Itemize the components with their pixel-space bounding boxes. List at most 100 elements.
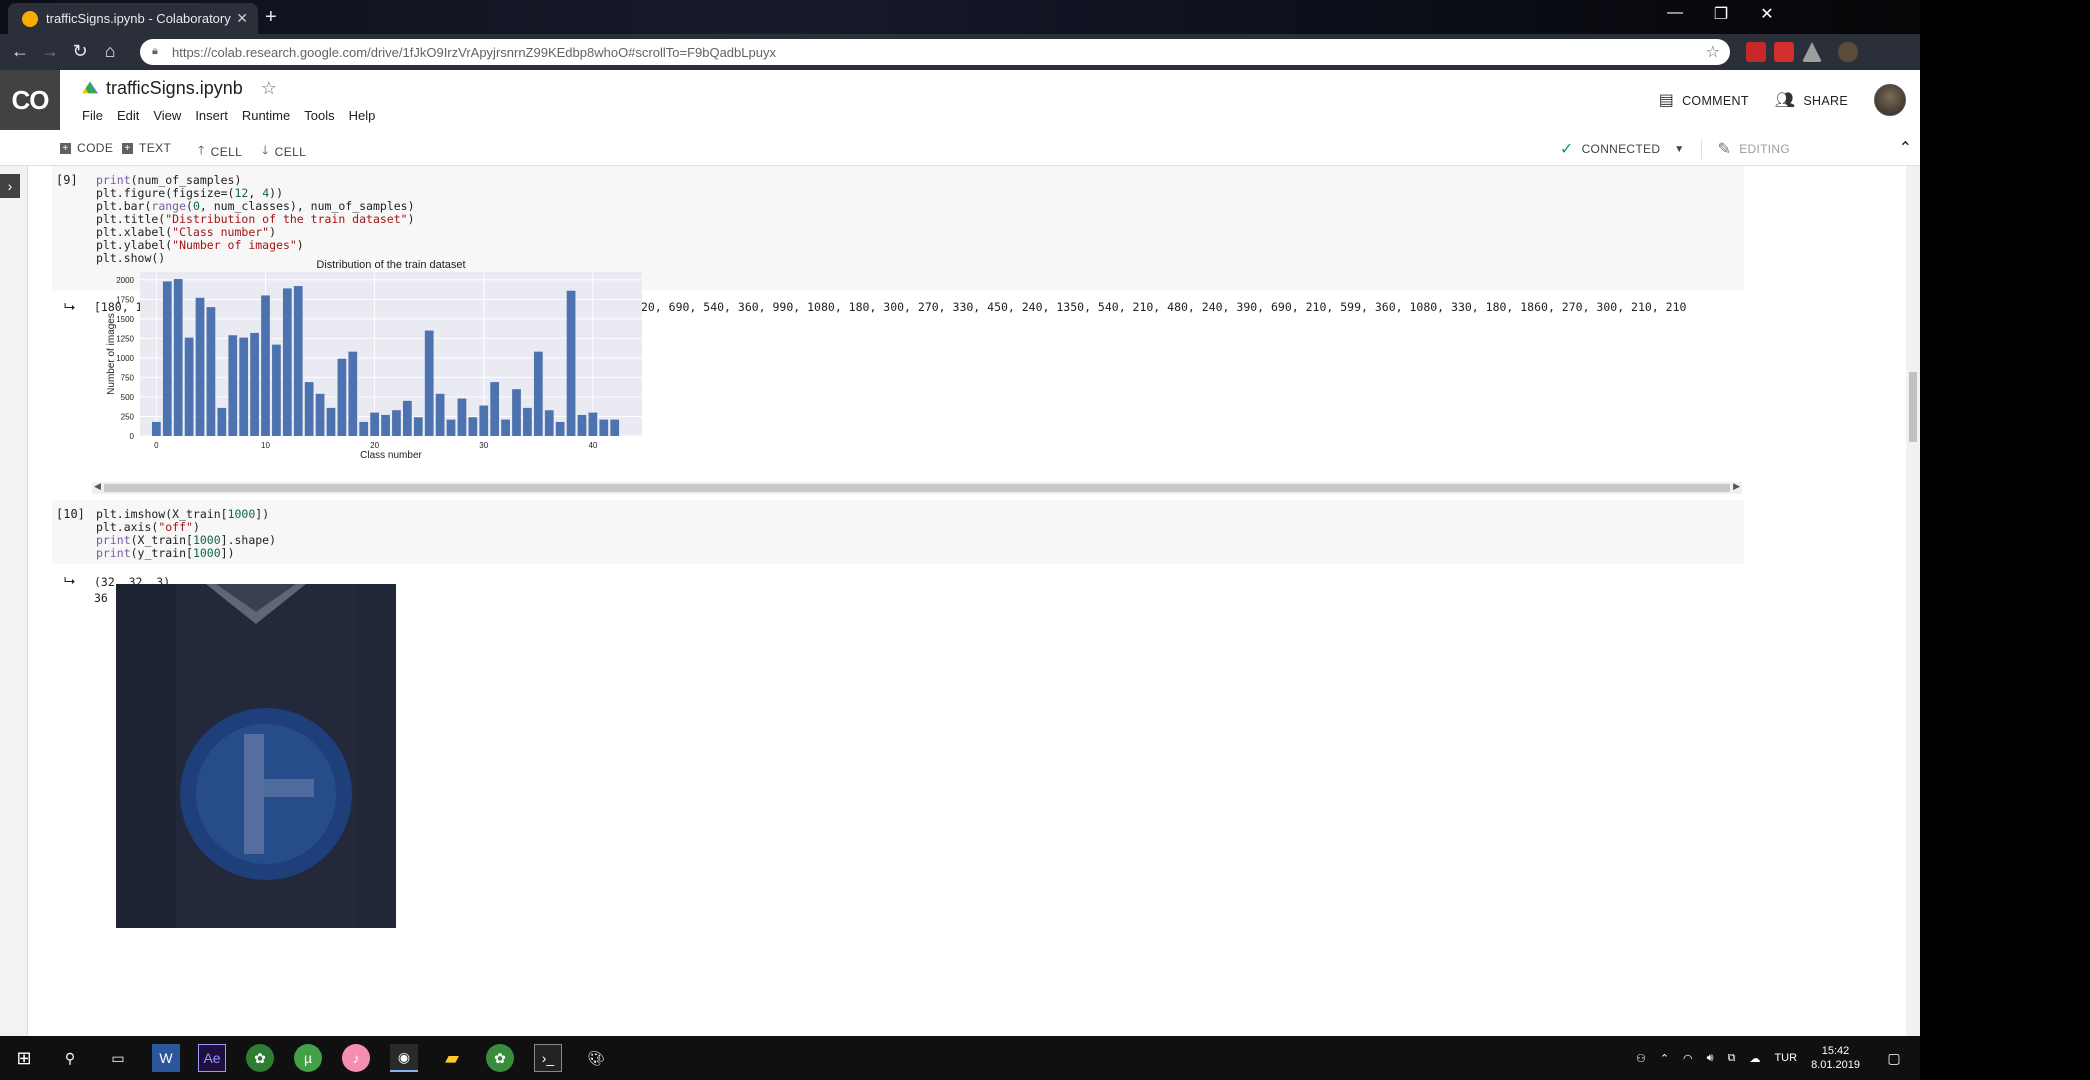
notebook-area: [9] print(num_of_samples) plt.figure(fig… (28, 166, 1920, 1080)
utorrent-icon[interactable]: µ (294, 1044, 322, 1072)
close-window-icon[interactable]: ✕ (1744, 4, 1790, 24)
app-icon[interactable]: ✿ (486, 1044, 514, 1072)
move-cell-up-button[interactable]: 🡑 CELL (198, 141, 242, 162)
bar (424, 330, 434, 436)
notebook-title[interactable]: trafficSigns.ipynb ☆ (82, 78, 277, 99)
bar (304, 382, 314, 436)
menu-tools[interactable]: Tools (304, 108, 334, 123)
y-tick-label: 1000 (116, 354, 134, 363)
label-output: 36 (94, 591, 108, 605)
notifications-icon[interactable]: ▢ (1880, 1044, 1908, 1072)
connected-status[interactable]: CONNECTED (1582, 142, 1661, 156)
output-horizontal-scrollbar[interactable]: ◀ ▶ (92, 481, 1742, 494)
itunes-icon[interactable]: ♪ (342, 1044, 370, 1072)
scroll-right-icon[interactable]: ▶ (1733, 481, 1740, 492)
task-view-icon[interactable]: ▭ (104, 1044, 132, 1072)
bookmark-star-icon[interactable]: ☆ (1706, 42, 1720, 62)
output-icon[interactable]: ⮡ (64, 298, 75, 315)
paint-icon[interactable]: 🎨︎ (582, 1044, 610, 1072)
bar (326, 407, 336, 436)
scroll-left-icon[interactable]: ◀ (94, 481, 101, 492)
menu-bar: File Edit View Insert Runtime Tools Help (82, 108, 375, 123)
volume-icon[interactable]: 🔊︎ (1707, 1052, 1714, 1065)
tray-up-icon[interactable]: ⌃ (1660, 1052, 1669, 1065)
editing-mode[interactable]: EDITING (1739, 142, 1790, 156)
menu-view[interactable]: View (153, 108, 181, 123)
bar-chart: 0 250 500 750 1000 1250 1500 1750 2000 0 10 20 30 40… (106, 260, 642, 461)
menu-edit[interactable]: Edit (117, 108, 139, 123)
search-icon[interactable]: ⚲ (56, 1044, 84, 1072)
extension-icon[interactable] (1746, 42, 1766, 62)
plus-icon: + (60, 142, 71, 154)
bar (261, 295, 270, 436)
browser-tab[interactable]: trafficSigns.ipynb - Colaboratory ✕ (8, 3, 258, 34)
bar (533, 351, 543, 436)
colab-header: CO trafficSigns.ipynb ☆ File Edit View I… (0, 70, 1920, 130)
x-tick-labels: 0 10 20 30 40 (154, 441, 598, 450)
code-label: CODE (77, 141, 114, 155)
check-icon: ✓ (1559, 141, 1574, 158)
forward-icon[interactable]: → (38, 41, 62, 62)
add-code-button[interactable]: + CODE (60, 141, 113, 155)
code-editor[interactable]: plt.imshow(X_train[1000]) plt.axis("off"… (96, 508, 276, 560)
scrollbar-thumb[interactable] (1909, 372, 1917, 442)
tab-title: trafficSigns.ipynb - Colaboratory (46, 11, 231, 26)
arrow-up-icon: 🡑 (198, 143, 205, 157)
network-icon[interactable]: ⧉ (1728, 1052, 1736, 1065)
bar (610, 419, 620, 436)
code-editor[interactable]: print(num_of_samples) plt.figure(figsize… (96, 174, 415, 265)
move-cell-down-button[interactable]: 🡓 CELL (262, 141, 306, 162)
caret-down-icon[interactable]: ▼ (1674, 144, 1684, 155)
code-cell-10[interactable]: [10] plt.imshow(X_train[1000]) plt.axis(… (52, 500, 1744, 564)
bar (195, 297, 205, 436)
avatar[interactable] (1874, 84, 1906, 116)
address-bar[interactable]: 🔒︎ https://colab.research.google.com/dri… (140, 39, 1730, 65)
onedrive-icon[interactable]: ☁ (1749, 1052, 1760, 1065)
scrollbar-thumb[interactable] (104, 484, 1730, 492)
windows-start-icon[interactable]: ⊞ (10, 1044, 38, 1072)
output-icon[interactable]: ⮡ (64, 572, 75, 589)
add-text-button[interactable]: + TEXT (122, 141, 171, 155)
colab-logo[interactable]: CO (0, 70, 60, 130)
menu-help[interactable]: Help (349, 108, 376, 123)
y-tick-label: 500 (121, 393, 135, 402)
browser-toolbar: ← → ↻ ⌂ 🔒︎ https://colab.research.google… (0, 34, 1920, 70)
bar (588, 412, 598, 436)
share-button[interactable]: 👥︎ SHARE (1775, 90, 1848, 110)
collapse-header-icon[interactable]: ⌃ (1899, 138, 1912, 158)
restore-icon[interactable]: ❐ (1698, 4, 1744, 24)
y-tick-label: 2000 (116, 276, 134, 285)
star-icon[interactable]: ☆ (261, 78, 277, 99)
tab-close-icon[interactable]: ✕ (236, 10, 248, 27)
comment-button[interactable]: ▤ COMMENT (1659, 90, 1749, 110)
drive-extension-icon[interactable] (1802, 42, 1822, 62)
reload-icon[interactable]: ↻ (68, 41, 92, 62)
pdf-extension-icon[interactable] (1774, 42, 1794, 62)
expand-sidebar-icon[interactable]: › (0, 174, 20, 198)
vertical-scrollbar[interactable] (1906, 166, 1920, 1080)
menu-runtime[interactable]: Runtime (242, 108, 290, 123)
y-axis-label: Number of images (106, 313, 117, 395)
app-icon[interactable]: ✿ (246, 1044, 274, 1072)
divider (1700, 139, 1702, 159)
minimize-icon[interactable]: — (1652, 4, 1698, 22)
wifi-icon[interactable]: ◠ (1683, 1052, 1693, 1065)
clock[interactable]: 15:42 8.01.2019 (1811, 1044, 1860, 1072)
menu-insert[interactable]: Insert (195, 108, 228, 123)
chrome-icon[interactable]: ◉ (390, 1044, 418, 1072)
file-explorer-icon[interactable]: ▰ (438, 1044, 466, 1072)
x-tick-label: 40 (588, 441, 597, 450)
y-tick-labels: 0 250 500 750 1000 1250 1500 1750 2000 (116, 276, 134, 441)
profile-icon[interactable] (1838, 42, 1858, 62)
y-tick-label: 250 (121, 412, 135, 421)
language-indicator[interactable]: TUR (1774, 1052, 1797, 1064)
menu-file[interactable]: File (82, 108, 103, 123)
people-icon[interactable]: ⚇ (1636, 1052, 1646, 1065)
new-tab-icon[interactable]: + (265, 6, 277, 29)
terminal-icon[interactable]: ›_ (534, 1044, 562, 1072)
word-icon[interactable]: W (152, 1044, 180, 1072)
home-icon[interactable]: ⌂ (98, 41, 122, 62)
after-effects-icon[interactable]: Ae (198, 1044, 226, 1072)
back-icon[interactable]: ← (8, 41, 32, 62)
bar (217, 407, 227, 436)
